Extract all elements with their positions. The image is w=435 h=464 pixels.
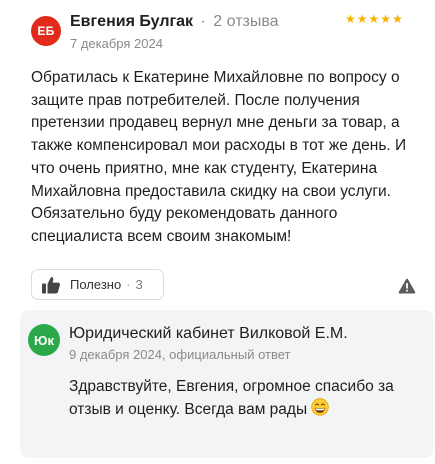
author-name[interactable]: Евгения Булгак [70,13,193,30]
star-icon: ★ [368,12,380,26]
useful-count: 3 [135,277,143,292]
reply-text-block: Здравствуйте, Евгения, огромное спасибо … [69,375,409,421]
reply-avatar[interactable]: Юк [28,324,60,356]
author-avatar[interactable]: ЕБ [31,16,61,46]
official-reply: Юк Юридический кабинет Вилковой Е.М. 9 д… [20,310,433,458]
author-separator: · [200,13,206,30]
useful-button[interactable]: Полезно · 3 [31,269,164,300]
author-line: Евгения Булгак · 2 отзыва [70,11,279,33]
star-icon: ★ [345,12,356,26]
warning-icon[interactable] [398,278,416,294]
rating-stars: ★ ★ ★ ★ ★ [345,13,403,25]
star-icon: ★ [392,12,403,26]
review-date: 7 декабря 2024 [70,36,163,51]
review-card: ЕБ Евгения Булгак · 2 отзыва ★ ★ ★ ★ ★ 7 дек… [0,0,435,464]
grinning-face-emoji-icon [311,398,329,416]
useful-label: Полезно [70,277,122,292]
star-icon: ★ [380,12,392,26]
author-review-count: 2 отзыва [213,13,279,30]
star-icon: ★ [356,12,368,26]
reply-meta: 9 декабря 2024, официальный ответ [69,347,291,362]
thumbs-up-icon [42,276,61,293]
reply-text: Здравствуйте, Евгения, огромное спасибо … [69,378,394,418]
review-text: Обратилась к Екатерине Михайловне по воп… [31,69,407,245]
useful-separator: · [126,277,131,292]
reply-business-name[interactable]: Юридический кабинет Вилковой Е.М. [69,325,348,343]
